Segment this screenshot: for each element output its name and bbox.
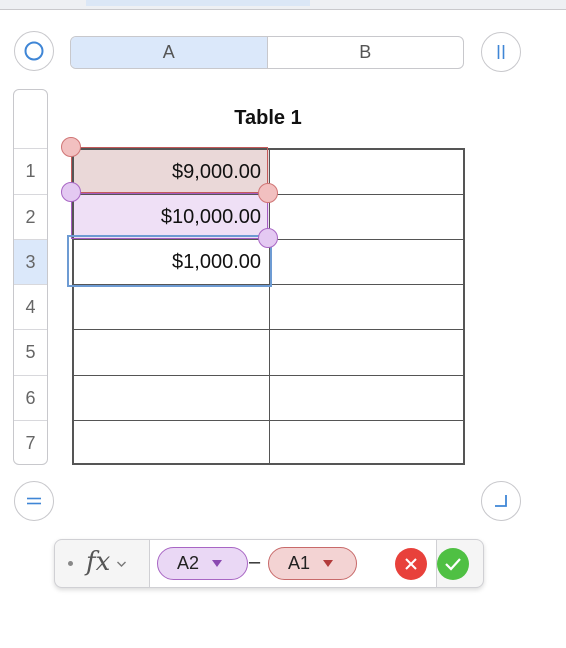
corner-resize-icon (495, 495, 507, 507)
table-title[interactable]: Table 1 (72, 107, 464, 130)
row-equals-icon (27, 497, 41, 505)
accept-check-icon (445, 558, 461, 571)
cell-a6[interactable] (74, 376, 270, 421)
cell-b6[interactable] (270, 376, 465, 421)
cell-b4[interactable] (270, 285, 465, 330)
formula-input-field[interactable]: A2 – A1 (149, 540, 437, 587)
resize-table-button[interactable] (481, 481, 521, 521)
chevron-down-icon (117, 561, 127, 567)
cell-a7[interactable] (74, 421, 270, 463)
fx-label: fx (86, 546, 111, 577)
range-a2-handle-end[interactable] (258, 228, 278, 248)
circle-select-icon (24, 41, 44, 61)
cell-a1-value: $9,000.00 (172, 160, 261, 183)
column-pause-icon (497, 45, 505, 59)
range-a2-handle-start[interactable] (61, 182, 81, 202)
cancel-formula-button[interactable] (395, 548, 427, 580)
reference-token-a1[interactable]: A1 (268, 547, 357, 580)
subtract-operator: – (249, 551, 261, 573)
row-header-3[interactable]: 3 (14, 239, 47, 284)
cell-b7[interactable] (270, 421, 465, 463)
top-bar-segment (86, 0, 310, 6)
row-header-1[interactable]: 1 (14, 148, 47, 193)
formula-function-menu[interactable]: fx (55, 540, 149, 587)
cell-a1[interactable]: $9,000.00 (74, 150, 270, 195)
range-a1-handle-end[interactable] (258, 183, 278, 203)
window-top-bar (0, 0, 566, 10)
row-header-bar: 1 2 3 4 5 6 7 (13, 89, 48, 465)
select-table-button[interactable] (14, 31, 54, 71)
cell-b1[interactable] (270, 150, 465, 195)
row-header-2[interactable]: 2 (14, 194, 47, 239)
dropdown-triangle-icon (212, 559, 223, 567)
cell-a3-value: $1,000.00 (172, 250, 261, 273)
cell-a3[interactable]: $1,000.00 (74, 240, 270, 285)
accept-formula-button[interactable] (437, 548, 469, 580)
row-header-6[interactable]: 6 (14, 375, 47, 420)
cell-a2-value: $10,000.00 (160, 205, 261, 228)
column-header-a[interactable]: A (71, 37, 268, 68)
cell-a5[interactable] (74, 330, 270, 376)
row-header-5[interactable]: 5 (14, 329, 47, 374)
row-header-7[interactable]: 7 (14, 420, 47, 464)
add-row-button[interactable] (14, 481, 54, 521)
cell-b2[interactable] (270, 195, 465, 240)
reference-token-a1-label: A1 (288, 553, 311, 573)
reference-token-a2-label: A2 (177, 553, 200, 573)
cell-a2[interactable]: $10,000.00 (74, 195, 270, 240)
formula-editor: fx A2 – A1 (54, 539, 484, 588)
column-header-b[interactable]: B (268, 37, 464, 68)
drag-handle-icon[interactable] (68, 561, 73, 566)
row-header-4[interactable]: 4 (14, 284, 47, 329)
range-a1-handle-start[interactable] (61, 137, 81, 157)
column-header-bar: A B (70, 36, 464, 69)
reference-token-a2[interactable]: A2 (157, 547, 248, 580)
dropdown-triangle-icon (323, 559, 334, 567)
cancel-x-icon (405, 558, 417, 570)
cell-b3[interactable] (270, 240, 465, 285)
add-column-button[interactable] (481, 32, 521, 72)
cell-b5[interactable] (270, 330, 465, 376)
cell-a4[interactable] (74, 285, 270, 330)
